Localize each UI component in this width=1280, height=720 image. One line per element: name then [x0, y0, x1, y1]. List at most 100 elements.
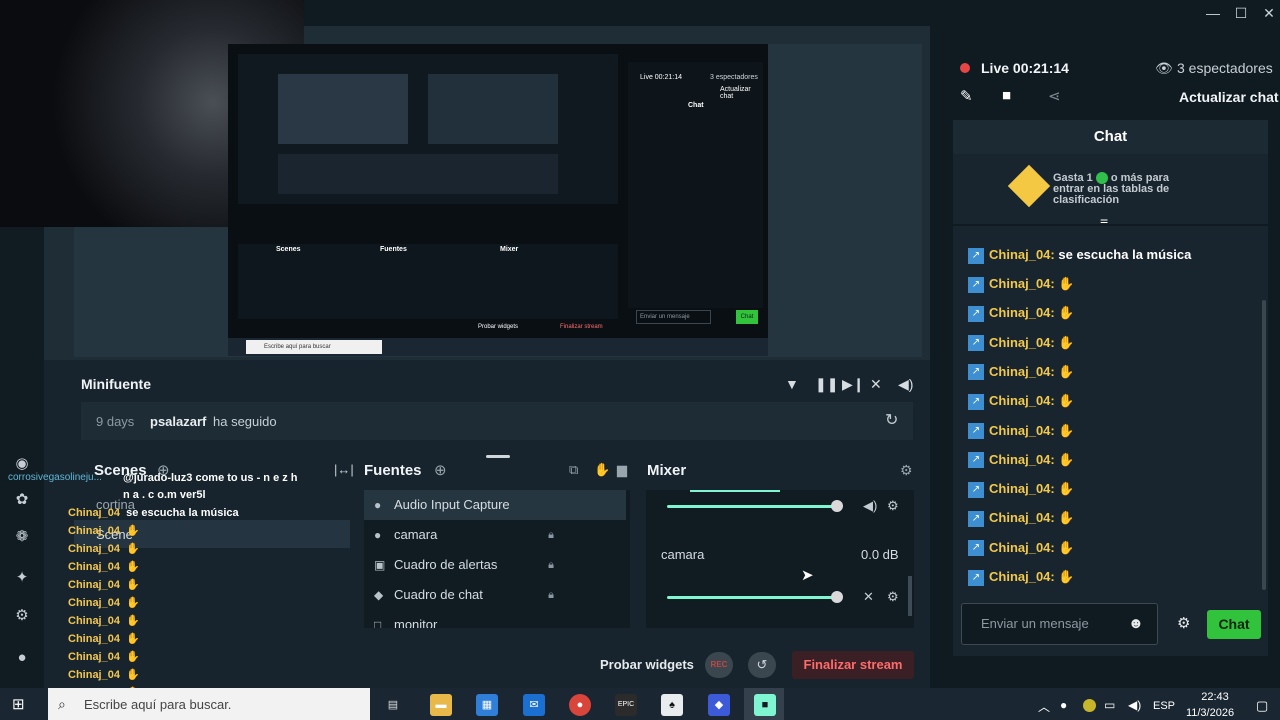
epic-games-icon[interactable]: EPIC: [615, 694, 637, 716]
chat-settings-icon[interactable]: ⚙: [1177, 614, 1190, 632]
source-row[interactable]: ▣ Cuadro de alertas 🔒︎: [364, 550, 626, 580]
notifications-icon[interactable]: ▢: [1256, 698, 1268, 714]
chat-username[interactable]: Chinaj_04:: [989, 335, 1055, 350]
profile-icon[interactable]: ●: [10, 646, 34, 670]
lock-icon[interactable]: 🔒︎: [548, 550, 554, 580]
channel-settings-icon[interactable]: ⚙: [887, 498, 899, 514]
overlay-message: Chinaj_04 ✋: [68, 630, 140, 648]
chat-username[interactable]: Chinaj_04:: [989, 569, 1055, 584]
source-group-icon[interactable]: ⧉: [569, 462, 578, 478]
chat-username[interactable]: Chinaj_04:: [989, 247, 1055, 262]
slider-knob[interactable]: [831, 591, 843, 603]
lock-icon[interactable]: 🔒︎: [548, 580, 554, 610]
repeat-icon[interactable]: ↻: [885, 410, 898, 430]
store-icon[interactable]: ▦: [476, 694, 498, 716]
skip-icon[interactable]: ▶❙: [842, 376, 865, 393]
nested-live: Live 00:21:14: [640, 74, 683, 81]
slider-knob[interactable]: [831, 500, 843, 512]
clock-time[interactable]: 22:43: [1190, 691, 1240, 703]
lock-icon[interactable]: 🔒︎: [548, 520, 554, 550]
source-label: Cuadro de chat: [394, 587, 483, 602]
sparkle-icon[interactable]: ✦: [10, 566, 34, 590]
folder-icon[interactable]: ▆: [617, 462, 627, 478]
chat-scrollbar[interactable]: [1262, 300, 1266, 590]
emote-icon: ✋: [1058, 481, 1075, 497]
themes-icon[interactable]: ✿: [10, 488, 34, 512]
source-row[interactable]: ● camara 🔒︎: [364, 520, 626, 550]
nested-scenes: Scenes: [276, 246, 301, 253]
chat-username[interactable]: Chinaj_04:: [989, 423, 1055, 438]
speaker-icon[interactable]: ◀): [863, 498, 877, 514]
chat-username[interactable]: Chinaj_04:: [989, 452, 1055, 467]
roblox-icon[interactable]: ◆: [708, 694, 730, 716]
muted-speaker-icon[interactable]: ✕: [863, 589, 874, 605]
language-indicator[interactable]: ESP: [1153, 700, 1175, 712]
mixer-settings-icon[interactable]: ⚙: [900, 462, 913, 479]
network-icon[interactable]: ▭: [1104, 698, 1115, 712]
mute-alerts-icon[interactable]: ✕: [870, 376, 882, 393]
taskbar-search[interactable]: ⌕ Escribe aquí para buscar.: [48, 688, 370, 720]
mic-tray-icon[interactable]: ●: [1060, 698, 1067, 712]
emoji-icon[interactable]: ☻: [1128, 615, 1144, 632]
camera-record-icon[interactable]: ■: [1002, 87, 1011, 104]
add-source-icon[interactable]: ⊕: [434, 461, 447, 479]
source-row[interactable]: ◆ Cuadro de chat 🔒︎: [364, 580, 626, 610]
camera-icon: ●: [374, 528, 382, 542]
windows-start-icon[interactable]: ⊞: [12, 697, 30, 713]
resize-handle-2[interactable]: [486, 455, 510, 458]
volume-icon[interactable]: ◀): [898, 376, 913, 393]
leaderboard-icon[interactable]: ≡: [1100, 214, 1108, 230]
minimize-button[interactable]: —: [1198, 2, 1228, 24]
emote-icon: ✋: [126, 579, 140, 591]
nested-update: Actualizar chat: [720, 86, 751, 100]
mail-icon[interactable]: ✉: [523, 694, 545, 716]
chat-username[interactable]: Chinaj_04:: [989, 305, 1055, 320]
send-chat-button[interactable]: Chat: [1207, 610, 1261, 639]
chat-input[interactable]: Enviar un mensaje ☻: [961, 603, 1158, 645]
chat-username[interactable]: Chinaj_04:: [989, 276, 1055, 291]
share-icon[interactable]: ⋖: [1048, 87, 1061, 105]
chat-username[interactable]: Chinaj_04:: [989, 510, 1055, 525]
overlay-message: Chinaj_04 ✋: [68, 540, 140, 558]
chat-username[interactable]: Chinaj_04:: [989, 481, 1055, 496]
chat-username[interactable]: Chinaj_04:: [989, 540, 1055, 555]
chat-username[interactable]: Chinaj_04:: [989, 393, 1055, 408]
mouse-cursor-icon: ➤: [801, 567, 814, 584]
volume-slider-1[interactable]: [667, 505, 837, 508]
chat-header: Chat: [953, 120, 1268, 154]
rec-button[interactable]: REC: [705, 652, 733, 678]
filter-icon[interactable]: ▼: [785, 376, 799, 392]
settings-icon[interactable]: ⚙: [10, 604, 34, 628]
chrome-icon[interactable]: ●: [569, 694, 591, 716]
volume-tray-icon[interactable]: ◀): [1128, 698, 1141, 712]
nested-chat-btn: Chat: [736, 310, 758, 324]
live-indicator-icon: [960, 63, 970, 73]
end-stream-button[interactable]: Finalizar stream: [792, 651, 914, 679]
source-settings-icon[interactable]: ✋: [594, 462, 610, 478]
replay-buffer-icon[interactable]: ↺: [748, 652, 776, 678]
clock-date[interactable]: 11/3/2026: [1180, 707, 1240, 719]
test-widgets-label[interactable]: Probar widgets: [600, 657, 694, 672]
close-button[interactable]: ✕: [1254, 2, 1280, 24]
mixer-scrollbar[interactable]: [908, 576, 912, 616]
game-app-icon[interactable]: ♠: [661, 694, 683, 716]
overlay-message: Chinaj_04 ✋: [68, 558, 140, 576]
app-tray-icon[interactable]: [1083, 699, 1096, 712]
source-row[interactable]: ● Audio Input Capture: [364, 490, 626, 520]
streamlabs-app-icon[interactable]: ■: [754, 694, 776, 716]
chat-username[interactable]: Chinaj_04:: [989, 364, 1055, 379]
nested-search: Escribe aquí para buscar: [246, 340, 382, 354]
source-row[interactable]: □ monitor: [364, 610, 626, 628]
file-explorer-icon[interactable]: ▬: [430, 694, 452, 716]
overlay-message: Chinaj_04 se escucha la música: [68, 504, 239, 522]
refresh-chat-button[interactable]: Actualizar chat: [1179, 89, 1279, 105]
scene-transition-icon[interactable]: |↔|: [334, 462, 354, 477]
maximize-button[interactable]: ☐: [1226, 2, 1256, 24]
tray-chevron-icon[interactable]: ︿: [1038, 698, 1050, 715]
task-view-icon[interactable]: ▤: [382, 694, 404, 716]
pause-icon[interactable]: ❚❚: [815, 376, 838, 393]
apps-icon[interactable]: ❁: [10, 525, 34, 549]
volume-slider-2[interactable]: [667, 596, 837, 599]
edit-icon[interactable]: ✎: [960, 87, 973, 105]
channel-settings-icon[interactable]: ⚙: [887, 589, 899, 605]
